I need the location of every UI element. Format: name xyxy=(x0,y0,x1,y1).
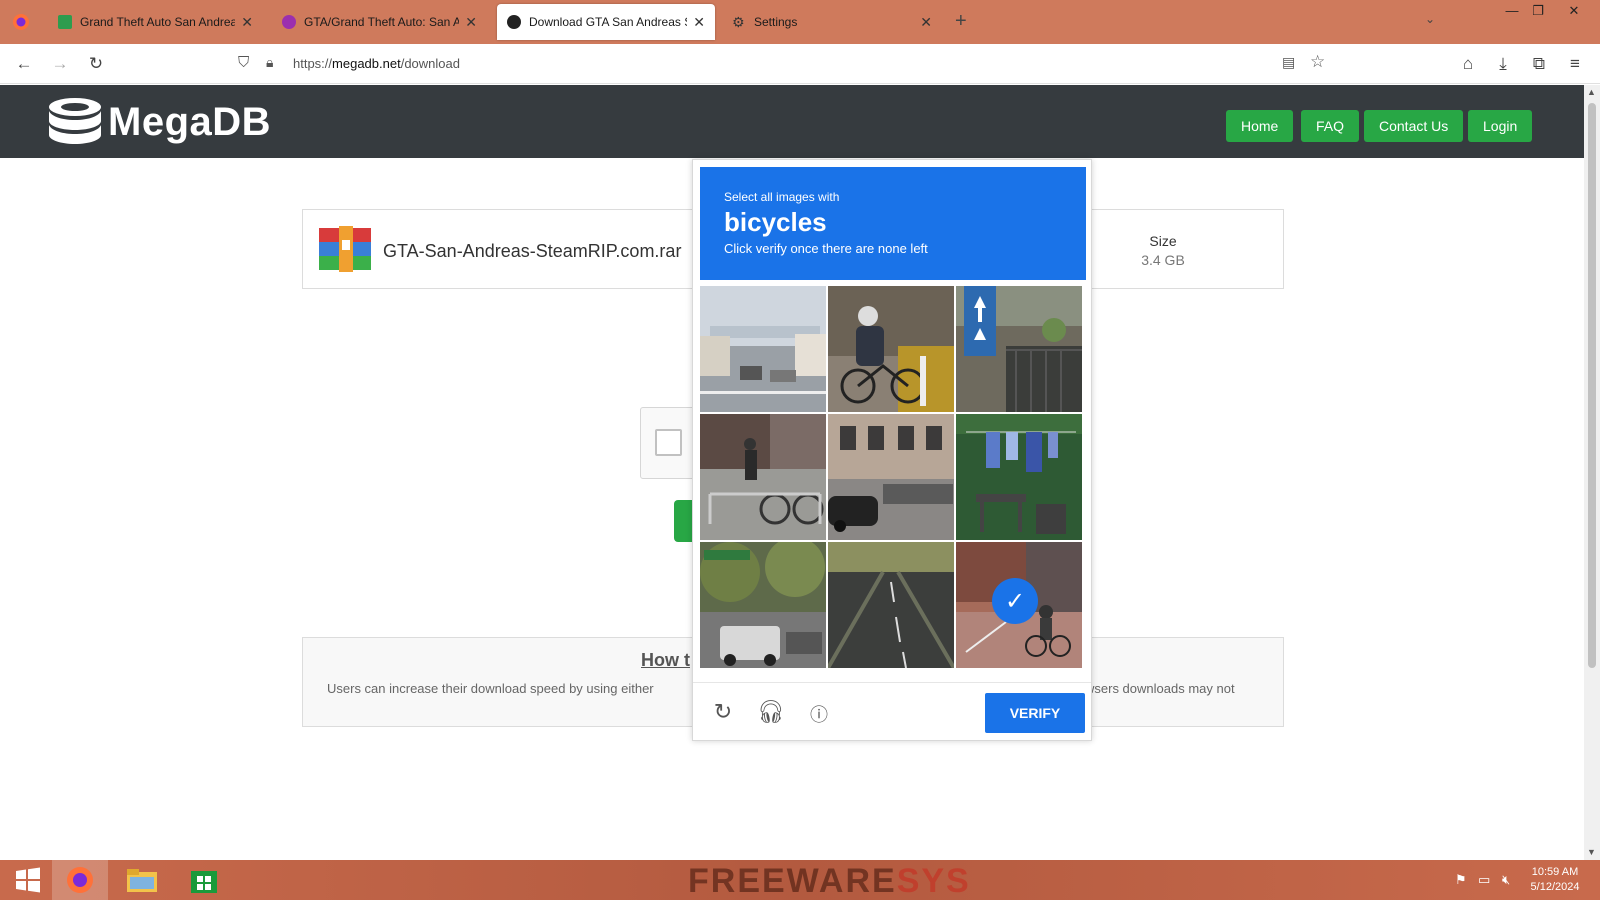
size-label: Size xyxy=(1149,233,1177,249)
nav-login-button[interactable]: Login xyxy=(1468,110,1533,142)
action-center-flag-icon[interactable]: ⚑ xyxy=(1455,872,1467,888)
parked-cars-building-image xyxy=(828,414,954,540)
tab-settings[interactable]: ⚙ Settings ✕ xyxy=(722,4,942,40)
captcha-tile-7[interactable] xyxy=(700,542,826,668)
reader-view-icon[interactable]: ▤ xyxy=(1282,54,1295,71)
close-tab-icon[interactable]: ✕ xyxy=(693,14,705,31)
tile-selected-checkmark-icon: ✓ xyxy=(992,578,1038,624)
close-tab-icon[interactable]: ✕ xyxy=(920,14,932,31)
clothesline-yard-image xyxy=(956,414,1082,540)
downloads-icon[interactable]: ⤓ xyxy=(1492,54,1514,74)
lock-icon[interactable]: 🔒︎ xyxy=(266,54,273,71)
list-all-tabs-chevron-icon[interactable]: ⌄ xyxy=(1425,12,1435,26)
trees-street-van-image xyxy=(700,542,826,668)
size-value: 3.4 GB xyxy=(1141,252,1185,268)
tab-download-active[interactable]: Download GTA San Andreas St ✕ xyxy=(497,4,715,40)
info-icon[interactable]: ⓘ xyxy=(805,701,833,727)
start-windows-icon[interactable] xyxy=(0,860,56,900)
gear-icon: ⚙ xyxy=(732,14,745,30)
refresh-challenge-icon[interactable]: ↻ xyxy=(709,699,737,725)
pocket-icon[interactable]: ⌂ xyxy=(1457,54,1479,74)
network-icon[interactable]: ▭ xyxy=(1478,872,1490,888)
file-name: GTA-San-Andreas-SteamRIP.com.rar xyxy=(383,241,682,261)
close-tab-icon[interactable]: ✕ xyxy=(465,14,477,31)
cyclist-sidewalk-image xyxy=(828,286,954,412)
captcha-tile-9[interactable]: ✓ xyxy=(956,542,1082,668)
extensions-icon[interactable]: ⧉ xyxy=(1528,54,1550,74)
info-title: How t xyxy=(641,650,690,670)
new-tab-plus-icon[interactable]: + xyxy=(955,10,967,33)
browser-nav-bar: ← → ↻ ⛉ 🔒︎ https://megadb.net/download ▤… xyxy=(0,44,1600,84)
browser-tab-bar: Grand Theft Auto San Andreas ✕ GTA/Grand… xyxy=(0,0,1600,44)
nav-home-button[interactable]: Home xyxy=(1226,110,1294,142)
captcha-tile-1[interactable] xyxy=(700,286,826,412)
firefox-menu-icon[interactable] xyxy=(0,0,42,44)
captcha-tile-3[interactable] xyxy=(956,286,1082,412)
captcha-challenge: Select all images with bicycles Click ve… xyxy=(692,159,1092,741)
audio-challenge-headphones-icon[interactable]: 🎧︎ xyxy=(757,699,785,725)
info-text-right: wsers downloads may not xyxy=(1085,681,1235,696)
reload-icon[interactable]: ↻ xyxy=(85,54,107,74)
scroll-up-arrow-icon[interactable]: ▲ xyxy=(1587,87,1596,97)
captcha-object: bicycles xyxy=(724,207,827,237)
captcha-header: Select all images with bicycles Click ve… xyxy=(700,167,1086,280)
restore-window-icon[interactable]: ❐ xyxy=(1526,3,1550,19)
taskbar-store-icon[interactable] xyxy=(176,860,232,900)
road-sign-fence-image xyxy=(956,286,1082,412)
captcha-tile-4[interactable] xyxy=(700,414,826,540)
captcha-instruction: Select all images with xyxy=(724,190,840,204)
volume-muted-icon[interactable]: 🔇︎ xyxy=(1502,872,1510,888)
megadb-logo[interactable]: MegaDB xyxy=(46,95,271,150)
clock-time: 10:59 AM xyxy=(1531,866,1579,878)
clock-date: 5/12/2024 xyxy=(1530,881,1580,893)
hamburger-menu-icon[interactable]: ≡ xyxy=(1564,54,1586,74)
windows-taskbar: FREEWARESYS ⚑ ▭ 🔇︎ 10:59 AM 5/12/2024 xyxy=(0,860,1600,900)
tab-title: Grand Theft Auto San Andreas xyxy=(80,15,236,29)
shield-icon[interactable]: ⛉ xyxy=(238,54,249,71)
captcha-tile-8[interactable] xyxy=(828,542,954,668)
bike-rack-pedestrian-image xyxy=(700,414,826,540)
tab-title: Settings xyxy=(754,15,798,29)
tab-gta-sa-2[interactable]: GTA/Grand Theft Auto: San An ✕ xyxy=(272,4,487,40)
captcha-tile-6[interactable] xyxy=(956,414,1082,540)
captcha-hint: Click verify once there are none left xyxy=(724,241,928,256)
scroll-down-arrow-icon[interactable]: ▼ xyxy=(1587,847,1596,857)
taskbar-file-explorer-icon[interactable] xyxy=(114,860,170,900)
scrollbar-thumb[interactable] xyxy=(1588,103,1596,668)
taskbar-clock[interactable]: 10:59 AM 5/12/2024 xyxy=(1520,865,1590,895)
url-bar[interactable]: ⛉ 🔒︎ https://megadb.net/download ▤ ☆ xyxy=(230,49,1325,79)
taskbar-firefox-icon[interactable] xyxy=(52,860,108,900)
bookmark-star-icon[interactable]: ☆ xyxy=(1310,52,1325,72)
site-header: MegaDB Home FAQ Contact Us Login xyxy=(0,85,1584,158)
tab-gta-sa-1[interactable]: Grand Theft Auto San Andreas ✕ xyxy=(48,4,263,40)
minimize-window-icon[interactable]: — xyxy=(1500,3,1524,18)
tab-title: Download GTA San Andreas St xyxy=(529,15,688,29)
forward-arrow-icon[interactable]: → xyxy=(49,54,71,74)
site-favicon-icon xyxy=(282,15,296,29)
verify-button[interactable]: VERIFY xyxy=(985,693,1085,733)
captcha-footer: ↻ 🎧︎ ⓘ VERIFY xyxy=(693,682,1091,740)
close-window-icon[interactable]: ✕ xyxy=(1562,3,1586,19)
url-text[interactable]: https://megadb.net/download xyxy=(293,56,460,71)
google-drive-icon xyxy=(58,15,72,29)
megadb-favicon-icon xyxy=(507,15,521,29)
captcha-checkbox[interactable] xyxy=(655,429,682,456)
database-logo-icon xyxy=(49,98,101,144)
close-tab-icon[interactable]: ✕ xyxy=(241,14,253,31)
captcha-tile-5[interactable] xyxy=(828,414,954,540)
nav-faq-button[interactable]: FAQ xyxy=(1301,110,1360,142)
nav-contact-button[interactable]: Contact Us xyxy=(1364,110,1464,142)
tab-title: GTA/Grand Theft Auto: San An xyxy=(304,15,460,29)
page-scrollbar[interactable]: ▲ ▼ xyxy=(1584,85,1600,860)
info-text-left: Users can increase their download speed … xyxy=(327,681,654,696)
empty-road-image xyxy=(828,542,954,668)
street-overpass-image xyxy=(700,286,826,412)
watermark-text: FREEWARESYS xyxy=(688,862,971,900)
winrar-archive-icon xyxy=(319,226,371,272)
back-arrow-icon[interactable]: ← xyxy=(13,54,35,74)
captcha-tile-2[interactable] xyxy=(828,286,954,412)
logo-text: MegaDB xyxy=(108,100,272,144)
